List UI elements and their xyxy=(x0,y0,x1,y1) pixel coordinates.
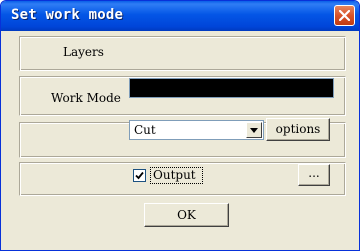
close-icon xyxy=(339,10,350,21)
chevron-down-icon xyxy=(250,128,258,133)
output-checkbox[interactable] xyxy=(133,169,146,182)
output-label[interactable]: Output xyxy=(153,168,196,182)
layers-field[interactable] xyxy=(129,78,334,98)
work-mode-label: Work Mode xyxy=(51,91,121,105)
check-icon xyxy=(135,171,144,180)
work-mode-select[interactable]: Cut xyxy=(129,120,264,140)
ok-button[interactable]: OK xyxy=(144,203,229,227)
work-mode-selected: Cut xyxy=(134,123,156,137)
title-bar[interactable]: Set work mode xyxy=(1,1,359,31)
dialog-window: Set work mode Layers Work Mode Cut optio… xyxy=(0,0,360,251)
browse-button[interactable]: ... xyxy=(298,164,330,186)
close-button[interactable] xyxy=(334,5,355,26)
options-button[interactable]: options xyxy=(266,118,330,141)
dropdown-button[interactable] xyxy=(246,122,262,138)
window-title: Set work mode xyxy=(11,7,124,23)
layers-label: Layers xyxy=(63,45,104,59)
